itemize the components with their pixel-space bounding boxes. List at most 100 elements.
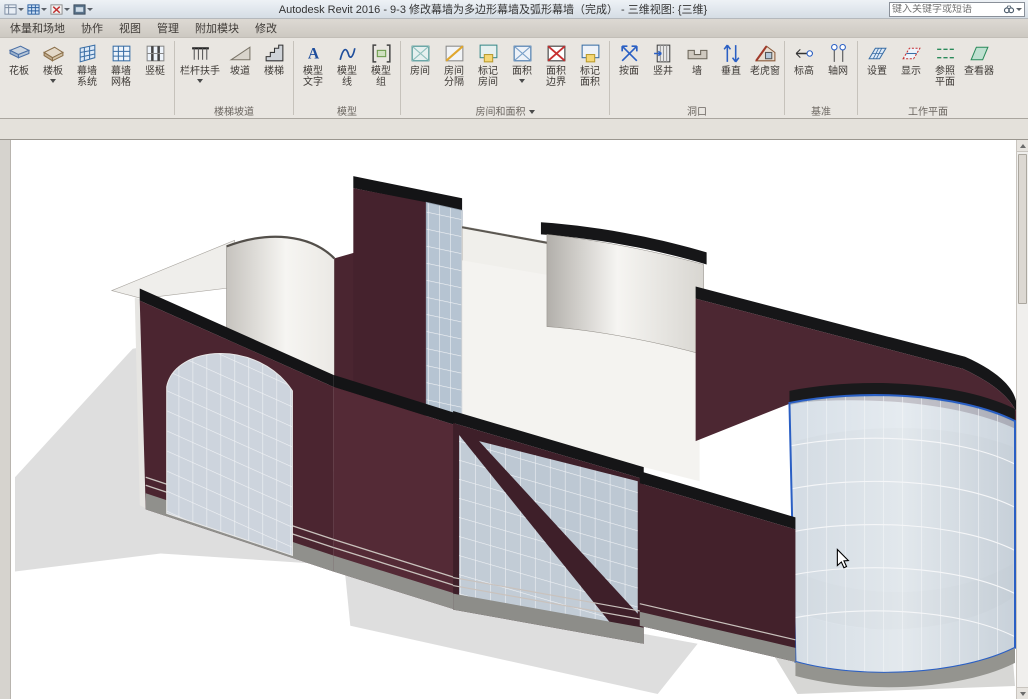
button-label: 坡道 (230, 66, 250, 77)
btn-area-boundary[interactable]: 面积 边界 (539, 40, 573, 88)
btn-room-separator[interactable]: 房间 分隔 (437, 40, 471, 88)
panel-build: 花板 楼板 幕墙 系统 幕墙 网格 竖梃 (0, 38, 174, 118)
arrow-up-icon (1020, 144, 1026, 148)
tag-room-icon (477, 42, 500, 65)
panel-label-workplane: 工作平面 (858, 103, 998, 118)
button-label: 面积 边界 (546, 66, 566, 88)
btn-area[interactable]: 面积 (505, 40, 539, 83)
btn-floor[interactable]: 楼板 (36, 40, 70, 83)
tag-area-icon (579, 42, 602, 65)
area-boundary-icon (545, 42, 568, 65)
btn-viewer[interactable]: 查看器 (962, 40, 996, 77)
panel-label-circulation: 楼梯坡道 (175, 103, 293, 118)
ramp-icon (229, 42, 252, 65)
button-label: 老虎窗 (750, 66, 780, 77)
qat-switch-windows-icon[interactable] (73, 2, 93, 17)
model-line-icon (336, 42, 359, 65)
ceiling-icon (8, 42, 31, 65)
btn-show-workplane[interactable]: 显示 (894, 40, 928, 77)
panel-label-build (0, 103, 174, 118)
panel-dropdown-icon (529, 110, 535, 114)
btn-curtain-grid[interactable]: 幕墙 网格 (104, 40, 138, 88)
panel-label-opening: 洞口 (610, 103, 784, 118)
qat-close-view-icon[interactable] (50, 2, 70, 17)
tab-modify[interactable]: 修改 (247, 18, 285, 39)
3d-viewport[interactable] (10, 140, 1016, 699)
panel-workplane: 设置 显示 参照 平面 查看器 工作平面 (858, 38, 998, 118)
button-label: 标记 面积 (580, 66, 600, 88)
btn-stair[interactable]: 楼梯 (257, 40, 291, 77)
button-label: 标记 房间 (478, 66, 498, 88)
qat-schedule-icon[interactable] (27, 2, 47, 17)
scroll-up-button[interactable] (1017, 140, 1028, 152)
button-label: 标高 (794, 66, 814, 77)
search-input[interactable] (892, 4, 1003, 15)
tab-manage[interactable]: 管理 (149, 18, 187, 39)
scrollbar-thumb[interactable] (1018, 154, 1027, 304)
btn-dormer[interactable]: 老虎窗 (748, 40, 782, 77)
button-label: 面积 (512, 66, 532, 77)
panel-label-model: 模型 (294, 103, 400, 118)
title-bar: Autodesk Revit 2016 - 9-3 修改幕墙为多边形幕墙及弧形幕… (0, 0, 1028, 19)
panel-label-room-area[interactable]: 房间和面积 (401, 103, 609, 118)
btn-by-face[interactable]: 按面 (612, 40, 646, 77)
btn-tag-area[interactable]: 标记 面积 (573, 40, 607, 88)
stair-icon (263, 42, 286, 65)
btn-room[interactable]: 房间 (403, 40, 437, 77)
dropdown-caret-icon (519, 79, 525, 83)
search-dropdown-icon[interactable] (1016, 8, 1022, 11)
button-label: 查看器 (964, 66, 994, 77)
panel-model: A 模型 文字 模型 线 模型 组 模型 (294, 38, 400, 118)
set-workplane-icon (866, 42, 889, 65)
wall-opening-icon (686, 42, 709, 65)
btn-vertical-opening[interactable]: 垂直 (714, 40, 748, 77)
scroll-down-button[interactable] (1017, 687, 1028, 699)
button-label: 模型 线 (337, 66, 357, 88)
button-label: 竖井 (653, 66, 673, 77)
btn-ceiling[interactable]: 花板 (2, 40, 36, 77)
curtain-grid-icon (110, 42, 133, 65)
btn-railing[interactable]: 栏杆扶手 (177, 40, 223, 83)
floor-icon (42, 42, 65, 65)
btn-curtain-system[interactable]: 幕墙 系统 (70, 40, 104, 88)
tab-collaborate[interactable]: 协作 (73, 18, 111, 39)
qat-views-icon[interactable] (4, 2, 24, 17)
btn-level[interactable]: 标高 (787, 40, 821, 77)
button-label: 楼梯 (264, 66, 284, 77)
search-box[interactable] (889, 2, 1025, 17)
search-binoculars-icon[interactable] (1003, 3, 1015, 15)
drawing-area (0, 140, 1028, 699)
dropdown-caret-icon (197, 79, 203, 83)
model-text-icon: A (302, 42, 325, 65)
btn-ref-plane[interactable]: 参照 平面 (928, 40, 962, 88)
tab-massing-site[interactable]: 体量和场地 (2, 18, 73, 39)
svg-text:A: A (307, 46, 319, 63)
btn-set-workplane[interactable]: 设置 (860, 40, 894, 77)
button-label: 墙 (692, 66, 702, 77)
options-bar (0, 119, 1028, 140)
window-title: Autodesk Revit 2016 - 9-3 修改幕墙为多边形幕墙及弧形幕… (97, 1, 889, 17)
btn-model-line[interactable]: 模型 线 (330, 40, 364, 88)
button-label: 参照 平面 (935, 66, 955, 88)
arrow-down-icon (1020, 692, 1026, 696)
curved-curtain-wall-selected[interactable] (789, 395, 1015, 673)
vertical-scrollbar[interactable] (1016, 140, 1028, 699)
btn-tag-room[interactable]: 标记 房间 (471, 40, 505, 88)
button-label: 设置 (867, 66, 887, 77)
btn-shaft[interactable]: 竖井 (646, 40, 680, 77)
button-label: 幕墙 系统 (77, 66, 97, 88)
room-separator-icon (443, 42, 466, 65)
dormer-icon (754, 42, 777, 65)
btn-ramp[interactable]: 坡道 (223, 40, 257, 77)
tab-addins[interactable]: 附加模块 (187, 18, 247, 39)
button-label: 栏杆扶手 (180, 66, 220, 77)
level-icon (793, 42, 816, 65)
btn-model-group[interactable]: 模型 组 (364, 40, 398, 88)
btn-model-text[interactable]: A 模型 文字 (296, 40, 330, 88)
button-label: 幕墙 网格 (111, 66, 131, 88)
btn-mullion[interactable]: 竖梃 (138, 40, 172, 77)
btn-grid[interactable]: 轴网 (821, 40, 855, 77)
tab-view[interactable]: 视图 (111, 18, 149, 39)
btn-wall-opening[interactable]: 墙 (680, 40, 714, 77)
ref-plane-icon (934, 42, 957, 65)
